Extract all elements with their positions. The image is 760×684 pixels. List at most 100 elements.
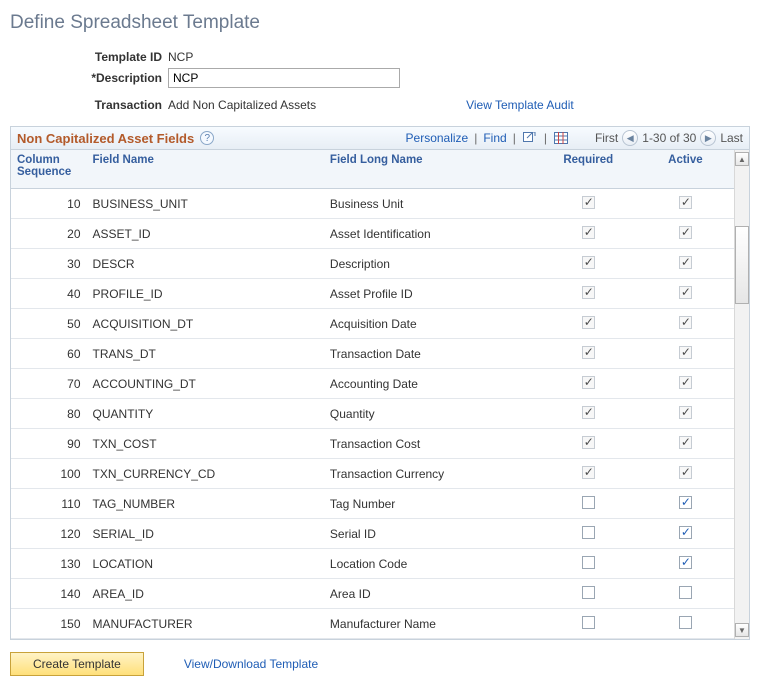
grid-title-bar: Non Capitalized Asset Fields ? Personali…: [11, 127, 749, 150]
cell-required: [540, 609, 637, 639]
cell-fieldname: PROFILE_ID: [87, 279, 324, 309]
table-row: 30DESCRDescription: [11, 249, 734, 279]
scroll-thumb[interactable]: [735, 226, 749, 304]
col-sequence-header[interactable]: Column Sequence: [11, 150, 87, 189]
cell-required: [540, 459, 637, 489]
cell-active: [637, 189, 734, 219]
cell-sequence: 100: [11, 459, 87, 489]
scroll-up-button[interactable]: ▲: [735, 152, 749, 166]
view-download-template-link[interactable]: View/Download Template: [184, 657, 318, 671]
required-checkbox: [582, 346, 595, 359]
table-row: 40PROFILE_IDAsset Profile ID: [11, 279, 734, 309]
active-checkbox: [679, 316, 692, 329]
cell-sequence: 150: [11, 609, 87, 639]
cell-active: [637, 219, 734, 249]
required-checkbox[interactable]: [582, 616, 595, 629]
table-row: 150MANUFACTURERManufacturer Name: [11, 609, 734, 639]
required-checkbox: [582, 316, 595, 329]
first-label: First: [595, 131, 618, 145]
active-checkbox[interactable]: [679, 526, 692, 539]
active-checkbox: [679, 226, 692, 239]
cell-longname: Asset Identification: [324, 219, 540, 249]
active-checkbox: [679, 406, 692, 419]
required-checkbox: [582, 226, 595, 239]
active-checkbox[interactable]: [679, 556, 692, 569]
col-fieldname-header[interactable]: Field Name: [87, 150, 324, 189]
active-checkbox: [679, 256, 692, 269]
cell-sequence: 70: [11, 369, 87, 399]
active-checkbox[interactable]: [679, 586, 692, 599]
cell-fieldname: MANUFACTURER: [87, 609, 324, 639]
prev-page-button[interactable]: ◀: [622, 130, 638, 146]
cell-fieldname: BUSINESS_UNIT: [87, 189, 324, 219]
transaction-row: Transaction Add Non Capitalized Assets V…: [10, 98, 750, 112]
cell-required: [540, 489, 637, 519]
cell-sequence: 130: [11, 549, 87, 579]
cell-fieldname: LOCATION: [87, 549, 324, 579]
cell-sequence: 10: [11, 189, 87, 219]
cell-longname: Location Code: [324, 549, 540, 579]
cell-active: [637, 489, 734, 519]
active-checkbox[interactable]: [679, 496, 692, 509]
table-row: 20ASSET_IDAsset Identification: [11, 219, 734, 249]
required-checkbox[interactable]: [582, 586, 595, 599]
cell-sequence: 40: [11, 279, 87, 309]
footer: Create Template View/Download Template: [10, 652, 750, 676]
grid-wrapper: Non Capitalized Asset Fields ? Personali…: [10, 126, 750, 640]
range-label: 1-30 of 30: [642, 131, 696, 145]
required-checkbox[interactable]: [582, 496, 595, 509]
grid-view-icon[interactable]: [553, 131, 569, 145]
cell-sequence: 60: [11, 339, 87, 369]
personalize-link[interactable]: Personalize: [406, 131, 469, 145]
cell-required: [540, 279, 637, 309]
cell-active: [637, 429, 734, 459]
col-longname-header[interactable]: Field Long Name: [324, 150, 540, 189]
cell-active: [637, 249, 734, 279]
view-template-audit-link[interactable]: View Template Audit: [466, 98, 574, 112]
cell-active: [637, 549, 734, 579]
cell-active: [637, 399, 734, 429]
cell-active: [637, 609, 734, 639]
cell-active: [637, 369, 734, 399]
create-template-button[interactable]: Create Template: [10, 652, 144, 676]
cell-required: [540, 369, 637, 399]
cell-sequence: 80: [11, 399, 87, 429]
last-label: Last: [720, 131, 743, 145]
cell-longname: Area ID: [324, 579, 540, 609]
cell-required: [540, 309, 637, 339]
required-checkbox: [582, 286, 595, 299]
col-required-header[interactable]: Required: [540, 150, 637, 189]
description-input[interactable]: [168, 68, 400, 88]
vertical-scrollbar[interactable]: ▲ ▼: [734, 150, 749, 639]
cell-longname: Manufacturer Name: [324, 609, 540, 639]
required-checkbox: [582, 466, 595, 479]
cell-longname: Business Unit: [324, 189, 540, 219]
cell-required: [540, 549, 637, 579]
help-icon[interactable]: ?: [200, 131, 214, 145]
cell-longname: Description: [324, 249, 540, 279]
cell-active: [637, 579, 734, 609]
cell-fieldname: ACQUISITION_DT: [87, 309, 324, 339]
cell-sequence: 90: [11, 429, 87, 459]
cell-active: [637, 339, 734, 369]
required-checkbox: [582, 256, 595, 269]
table-row: 140AREA_IDArea ID: [11, 579, 734, 609]
col-active-header[interactable]: Active: [637, 150, 734, 189]
table-row: 90TXN_COSTTransaction Cost: [11, 429, 734, 459]
table-row: 100TXN_CURRENCY_CDTransaction Currency: [11, 459, 734, 489]
grid-title: Non Capitalized Asset Fields: [17, 131, 194, 146]
next-page-button[interactable]: ▶: [700, 130, 716, 146]
cell-required: [540, 219, 637, 249]
table-row: 10BUSINESS_UNITBusiness Unit: [11, 189, 734, 219]
scroll-down-button[interactable]: ▼: [735, 623, 749, 637]
find-link[interactable]: Find: [483, 131, 506, 145]
template-id-value: NCP: [168, 50, 193, 64]
popout-icon[interactable]: [522, 131, 538, 145]
required-checkbox[interactable]: [582, 526, 595, 539]
required-checkbox[interactable]: [582, 556, 595, 569]
table-row: 60TRANS_DTTransaction Date: [11, 339, 734, 369]
cell-active: [637, 309, 734, 339]
active-checkbox[interactable]: [679, 616, 692, 629]
table-row: 80QUANTITYQuantity: [11, 399, 734, 429]
table-row: 120SERIAL_IDSerial ID: [11, 519, 734, 549]
